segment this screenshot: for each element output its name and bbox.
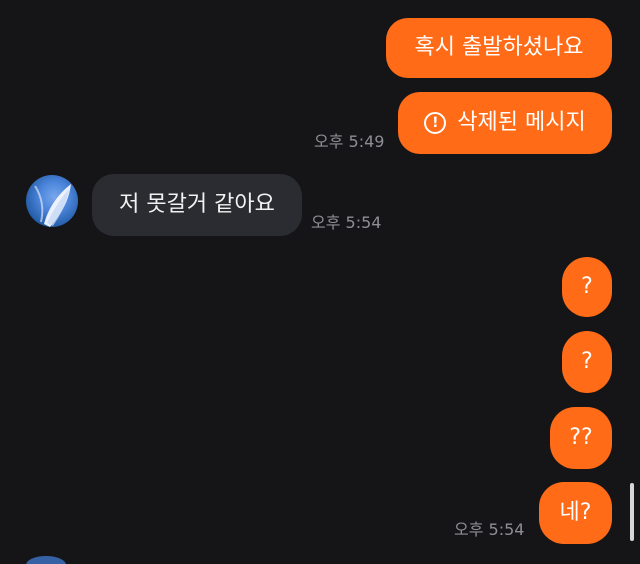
message-timestamp: 오후 5:49 [314, 132, 385, 151]
message-bubble-outgoing[interactable]: ? [562, 331, 612, 393]
alert-circle-icon: ! [424, 112, 447, 134]
message-text: 혹시 출발하셨나요 [414, 35, 584, 60]
deleted-message-text: 삭제된 메시지 [457, 110, 586, 135]
message-text: ? [581, 274, 593, 299]
message-text: ? [581, 349, 593, 374]
message-text: 네? [559, 500, 592, 525]
message-text: 저 못갈거 같아요 [119, 192, 275, 217]
chat-scrollbar[interactable] [630, 483, 634, 541]
contact-avatar[interactable] [26, 175, 78, 227]
deleted-message-bubble[interactable]: ! 삭제된 메시지 [398, 92, 612, 154]
avatar-artwork [34, 184, 71, 227]
next-contact-avatar [26, 556, 66, 564]
message-bubble-outgoing[interactable]: 혹시 출발하셨나요 [386, 18, 612, 78]
message-text: ?? [569, 425, 593, 450]
message-bubble-outgoing[interactable]: ? [562, 257, 612, 317]
message-timestamp: 오후 5:54 [311, 213, 382, 232]
message-bubble-outgoing[interactable]: 네? [539, 482, 612, 544]
message-bubble-incoming[interactable]: 저 못갈거 같아요 [92, 174, 302, 236]
message-bubble-outgoing[interactable]: ?? [550, 407, 612, 469]
message-timestamp: 오후 5:54 [454, 520, 525, 539]
chat-screen: 혹시 출발하셨나요 오후 5:49 ! 삭제된 메시지 저 못갈거 같아요 오후… [0, 0, 640, 564]
